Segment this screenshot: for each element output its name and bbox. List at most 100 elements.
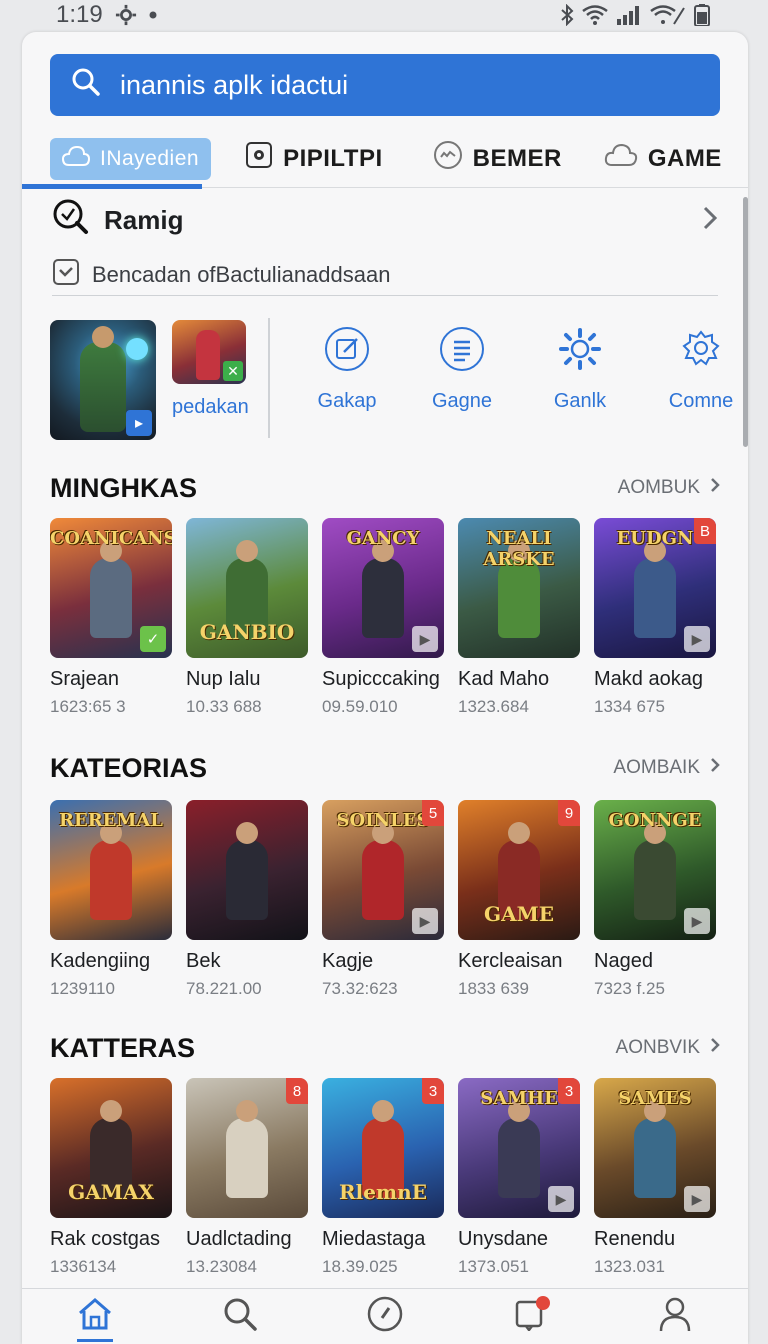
- game-thumbnail[interactable]: SAMES ▶: [594, 1078, 716, 1218]
- cog-icon: [678, 326, 724, 378]
- shortcut-area: ▸ ✕ pedakan Gakap Gagne Ganlk Comne: [50, 318, 733, 444]
- close-badge-icon: ✕: [223, 361, 243, 381]
- play-icon[interactable]: ▶: [412, 626, 438, 652]
- game-meta: 78.221.00: [186, 979, 262, 998]
- game-thumbnail[interactable]: 8: [186, 1078, 308, 1218]
- info-row[interactable]: Bencadan ofBactulianaddsaan: [52, 254, 718, 296]
- game-thumbnail[interactable]: GAMAX: [50, 1078, 172, 1218]
- section-header-katteras: KATTERAS AONBVIK: [50, 1028, 720, 1068]
- nav-search[interactable]: [210, 1292, 270, 1342]
- notification-dot-icon: [149, 11, 157, 19]
- hero-figure: [90, 822, 132, 920]
- game-thumbnail[interactable]: SAMHE 3 ▶: [458, 1078, 580, 1218]
- game-card[interactable]: 8 Uadlctading 13.23084: [186, 1078, 308, 1277]
- tab-bemer[interactable]: BEMER: [433, 138, 562, 180]
- see-more-link[interactable]: AOMBAIK: [613, 757, 720, 779]
- hero-figure: [634, 1100, 676, 1198]
- app-panel: INayedien PIPILTPI BEMER GAME: [22, 32, 748, 1344]
- tab-pipiltpi[interactable]: PIPILTPI: [245, 138, 383, 180]
- gear-box-icon: [245, 141, 273, 176]
- game-thumbnail[interactable]: EUDGN B ▶: [594, 518, 716, 658]
- play-icon[interactable]: ▶: [412, 908, 438, 934]
- small-game-thumbnail[interactable]: ✕: [172, 320, 246, 384]
- game-thumbnail[interactable]: [186, 800, 308, 940]
- profile-icon: [658, 1296, 692, 1337]
- shortcut-comne[interactable]: Comne: [646, 326, 748, 413]
- chevron-right-icon[interactable]: [702, 205, 718, 236]
- game-name: Renendu: [594, 1228, 676, 1250]
- game-card[interactable]: COANICANS ✓ Srajean 1623:65 3: [50, 518, 172, 717]
- game-card[interactable]: GAMAX Rak costgas 1336134: [50, 1078, 172, 1277]
- featured-game-thumbnail[interactable]: ▸: [50, 320, 156, 440]
- game-name: Kagje: [322, 950, 374, 972]
- game-card[interactable]: SAMES ▶ Renendu 1323.031: [594, 1078, 716, 1277]
- tab-label: INayedien: [100, 146, 200, 170]
- game-thumbnail[interactable]: GONNGE ▶: [594, 800, 716, 940]
- rank-badge: 5: [422, 800, 444, 826]
- play-icon[interactable]: ▶: [684, 1186, 710, 1212]
- game-card[interactable]: GAME 9 Kercleaisan 1833 639: [458, 800, 580, 999]
- nav-profile[interactable]: [645, 1292, 705, 1342]
- category-tabs: INayedien PIPILTPI BEMER GAME: [22, 130, 748, 189]
- see-more-link[interactable]: AOMBUK: [618, 477, 720, 499]
- game-card[interactable]: GONNGE ▶ Naged 7323 f.25: [594, 800, 716, 999]
- list-icon: [439, 326, 485, 378]
- game-thumbnail[interactable]: NEALI ARSKE: [458, 518, 580, 658]
- game-thumbnail[interactable]: RlemnE 3: [322, 1078, 444, 1218]
- ranking-row[interactable]: Ramig: [52, 198, 718, 242]
- game-card[interactable]: REREMAL Kadengiing 1239110: [50, 800, 172, 999]
- search-bar[interactable]: [50, 54, 720, 116]
- section-header-minghkas: MINGHKAS AOMBUK: [50, 468, 720, 508]
- game-thumbnail[interactable]: COANICANS ✓: [50, 518, 172, 658]
- play-icon[interactable]: ▶: [684, 626, 710, 652]
- nav-notifications[interactable]: [500, 1292, 560, 1342]
- game-card[interactable]: GANCY ▶ Supicccaking 09.59.010: [322, 518, 444, 717]
- play-icon[interactable]: ▶: [684, 908, 710, 934]
- tab-inayedien[interactable]: INayedien: [50, 137, 212, 180]
- wifi-signal-icon: [650, 5, 686, 25]
- shortcut-gakap[interactable]: Gakap: [292, 326, 402, 413]
- settings-gear-icon: [115, 4, 137, 26]
- game-meta: 1833 639: [458, 979, 529, 998]
- nav-explore[interactable]: [355, 1292, 415, 1342]
- search-input[interactable]: [120, 69, 680, 101]
- tab-game[interactable]: GAME: [604, 138, 722, 180]
- game-card[interactable]: SOINLES 5 ▶ Kagje 73.32:623: [322, 800, 444, 999]
- hero-figure: [498, 1100, 540, 1198]
- chevron-right-icon: [710, 757, 720, 779]
- game-card[interactable]: EUDGN B ▶ Makd aokag 1334 675: [594, 518, 716, 717]
- game-row: GAMAX Rak costgas 1336134 8 Uadlctading 13.23…: [50, 1078, 720, 1278]
- game-thumbnail[interactable]: SOINLES 5 ▶: [322, 800, 444, 940]
- game-card[interactable]: Bek 78.221.00: [186, 800, 308, 999]
- see-more-link[interactable]: AONBVIK: [616, 1037, 720, 1059]
- shortcut-ganlk[interactable]: Ganlk: [525, 326, 635, 413]
- rank-badge: 9: [558, 800, 580, 826]
- hero-figure: [362, 540, 404, 638]
- game-thumbnail[interactable]: GANCY ▶: [322, 518, 444, 658]
- game-card[interactable]: RlemnE 3 Miedastaga 18.39.025: [322, 1078, 444, 1277]
- game-card[interactable]: SAMHE 3 ▶ Unysdane 1373.051: [458, 1078, 580, 1277]
- game-thumbnail[interactable]: REREMAL: [50, 800, 172, 940]
- thumbnail-caption: GANBIO: [199, 620, 295, 644]
- play-icon[interactable]: ▶: [548, 1186, 574, 1212]
- shortcut-gagne[interactable]: Gagne: [407, 326, 517, 413]
- game-meta: 1239110: [50, 979, 115, 998]
- magic-orb: [126, 338, 148, 360]
- rank-badge: B: [694, 518, 716, 544]
- game-meta: 13.23084: [186, 1257, 257, 1276]
- hero-figure: [226, 1100, 268, 1198]
- small-thumb-label[interactable]: pedakan: [172, 396, 249, 419]
- game-thumbnail[interactable]: GANBIO: [186, 518, 308, 658]
- search-icon: [223, 1297, 257, 1336]
- game-meta: 18.39.025: [322, 1257, 398, 1276]
- search-icon: [70, 66, 102, 105]
- thumbnail-title: NEALI ARSKE: [483, 528, 555, 570]
- nav-home[interactable]: [65, 1292, 125, 1342]
- signal-icon: [616, 5, 642, 25]
- game-card[interactable]: GANBIO Nup Ialu 10.33 688: [186, 518, 308, 717]
- game-name: Kadengiing: [50, 950, 151, 972]
- hero-figure: [362, 822, 404, 920]
- game-thumbnail[interactable]: GAME 9: [458, 800, 580, 940]
- game-card[interactable]: NEALI ARSKE Kad Maho 1323.684: [458, 518, 580, 717]
- notification-badge: [536, 1295, 551, 1310]
